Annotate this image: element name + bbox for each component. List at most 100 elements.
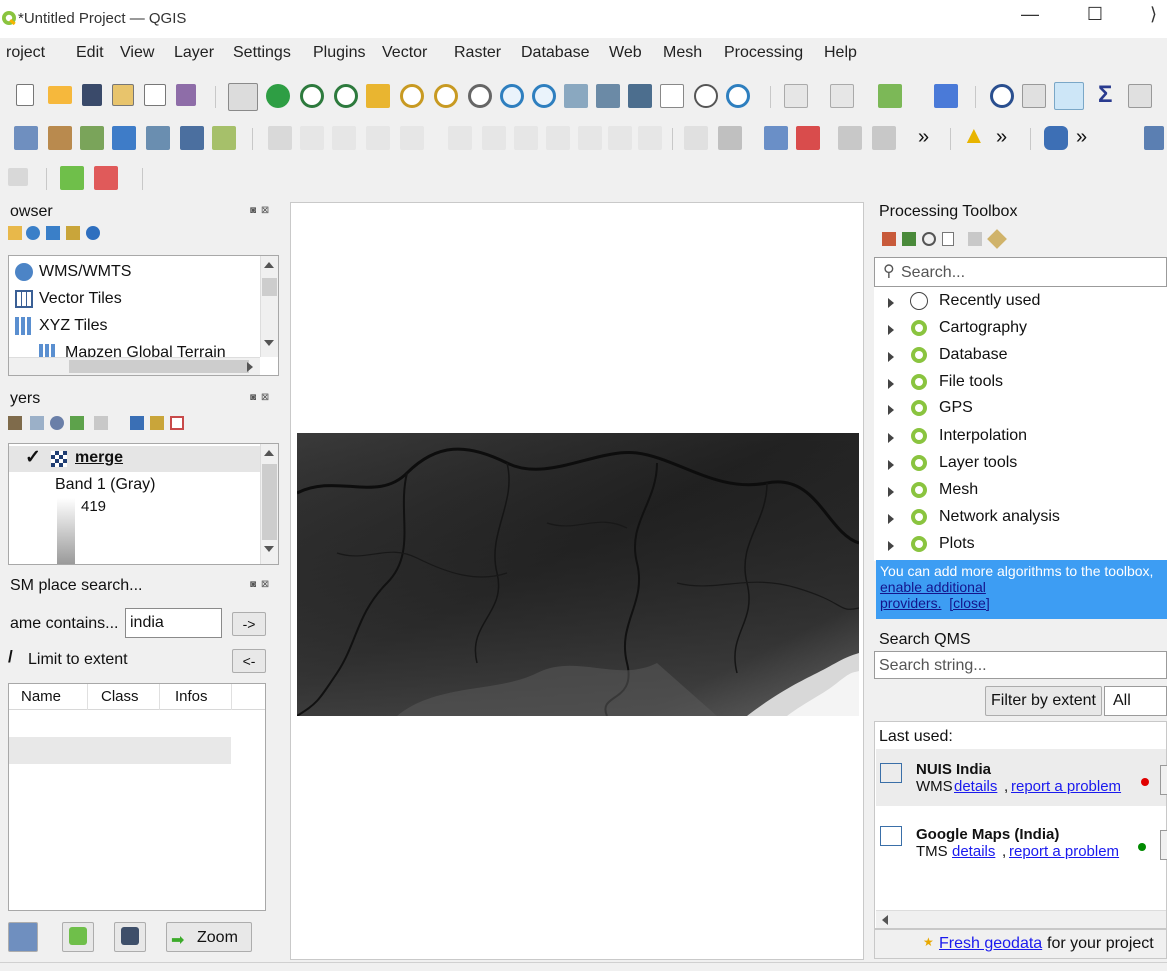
browser-item-xyz-tiles[interactable]: XYZ Tiles <box>15 315 255 341</box>
properties-info-icon[interactable] <box>86 226 100 240</box>
history-icon[interactable] <box>922 232 936 246</box>
highlight-label-icon[interactable] <box>838 126 862 150</box>
copy-features-icon[interactable] <box>546 126 570 150</box>
modify-attributes-icon[interactable] <box>448 126 472 150</box>
service-details-link[interactable]: details <box>954 778 997 795</box>
map-canvas[interactable] <box>290 202 864 960</box>
layer-labeling-icon[interactable] <box>764 126 788 150</box>
filter-legend-icon[interactable] <box>70 416 84 430</box>
menu-processing[interactable]: Processing <box>724 44 803 62</box>
deselect-icon[interactable] <box>878 84 902 108</box>
add-service-button[interactable] <box>1160 830 1167 860</box>
cut-features-icon[interactable] <box>514 126 538 150</box>
redo-icon[interactable] <box>638 126 662 150</box>
triangle-tool-icon[interactable]: ▲ <box>962 122 986 150</box>
toolbar-overflow-3[interactable]: » <box>1076 126 1087 149</box>
back-button[interactable]: <- <box>232 649 266 673</box>
zoom-full-icon[interactable] <box>366 84 390 108</box>
route-tool-icon[interactable] <box>8 168 28 186</box>
menu-database[interactable]: Database <box>521 44 590 62</box>
collapse-all-icon[interactable] <box>66 226 80 240</box>
layers-dock-buttons[interactable]: ◙ ⊠ <box>250 392 270 403</box>
zoom-native-icon[interactable] <box>468 84 492 108</box>
group-file-tools[interactable]: File tools <box>880 371 1167 397</box>
browser-dock-buttons[interactable]: ◙ ⊠ <box>250 205 270 216</box>
menu-edit[interactable]: Edit <box>76 44 104 62</box>
column-name[interactable]: Name <box>21 688 61 705</box>
search-layer-icon[interactable] <box>60 166 84 190</box>
new-project-icon[interactable] <box>16 84 34 106</box>
layer-visibility-checkbox[interactable]: ✓ <box>25 446 41 469</box>
group-layer-tools[interactable]: Layer tools <box>880 452 1167 478</box>
open-project-icon[interactable] <box>48 86 72 104</box>
menu-project[interactable]: roject <box>6 44 45 62</box>
select-features-icon[interactable] <box>784 84 808 108</box>
data-source-manager-icon[interactable] <box>14 126 38 150</box>
group-network-analysis[interactable]: Network analysis <box>880 506 1167 532</box>
filter-expression-icon[interactable] <box>94 416 108 430</box>
layer-diagram-icon[interactable] <box>796 126 820 150</box>
add-wms-icon[interactable] <box>180 126 204 150</box>
pan-map-icon[interactable] <box>228 83 258 111</box>
temporal-clock-icon[interactable] <box>694 84 718 108</box>
zoom-to-selection-icon[interactable] <box>400 84 424 108</box>
save-project-icon[interactable] <box>82 84 102 106</box>
add-mesh-icon[interactable] <box>146 126 170 150</box>
providers-link[interactable]: providers. <box>880 595 941 611</box>
add-polygon-layer-button[interactable] <box>114 922 146 952</box>
menu-web[interactable]: Web <box>609 44 642 62</box>
report-problem-link[interactable]: report a problem <box>1009 843 1119 860</box>
browser-item-wms[interactable]: WMS/WMTS <box>15 261 255 287</box>
delete-selected-icon[interactable] <box>482 126 506 150</box>
refresh-browser-icon[interactable] <box>26 226 40 240</box>
menu-help[interactable]: Help <box>824 44 857 62</box>
add-raster-icon[interactable] <box>112 126 136 150</box>
python-console-icon[interactable] <box>1044 126 1068 150</box>
new-3d-map-icon[interactable] <box>596 84 620 108</box>
minimize-button[interactable]: — <box>1010 4 1050 25</box>
menu-mesh[interactable]: Mesh <box>663 44 702 62</box>
save-as-icon[interactable] <box>112 84 134 106</box>
move-label-icon[interactable] <box>872 126 896 150</box>
field-calculator-icon[interactable] <box>1128 84 1152 108</box>
add-vector-icon[interactable] <box>80 126 104 150</box>
qms-filter-select[interactable]: All <box>1104 686 1167 716</box>
filter-by-extent-button[interactable]: Filter by extent <box>985 686 1102 716</box>
column-infos[interactable]: Infos <box>175 688 208 705</box>
manage-visibility-icon[interactable] <box>50 416 64 430</box>
zoom-button[interactable]: ➡ Zoom <box>166 922 252 952</box>
style-layer-icon[interactable] <box>8 416 22 430</box>
edit-features-in-place-icon[interactable] <box>968 232 982 246</box>
qms-search-input[interactable]: Search string... <box>874 651 1167 679</box>
menu-vector[interactable]: Vector <box>382 44 427 62</box>
label-pin-icon[interactable] <box>718 126 742 150</box>
menu-layer[interactable]: Layer <box>174 44 214 62</box>
results-empty-row[interactable] <box>9 737 231 764</box>
show-bookmarks-icon[interactable] <box>660 84 684 108</box>
options-wrench-icon[interactable] <box>987 229 1007 249</box>
browser-scrollbar[interactable] <box>260 256 278 357</box>
qms-plugin-icon[interactable] <box>94 166 118 190</box>
group-plots[interactable]: Plots <box>880 533 1167 559</box>
add-group-icon[interactable] <box>30 416 44 430</box>
toggle-editing-icon[interactable] <box>300 126 324 150</box>
style-manager-icon[interactable] <box>176 84 196 106</box>
fresh-geodata-link[interactable]: Fresh geodata <box>939 935 1042 953</box>
group-mesh[interactable]: Mesh <box>880 479 1167 505</box>
help-icon[interactable] <box>1144 126 1164 150</box>
search-go-button[interactable]: -> <box>232 612 266 636</box>
osm-dock-buttons[interactable]: ◙ ⊠ <box>250 579 270 590</box>
filter-browser-icon[interactable] <box>46 226 60 240</box>
attribute-table-icon[interactable] <box>1022 84 1046 108</box>
help-button[interactable] <box>8 922 38 952</box>
pan-to-selection-icon[interactable] <box>266 84 290 108</box>
close-button[interactable]: ⟩ <box>1140 4 1167 25</box>
layers-scrollbar[interactable] <box>260 444 278 564</box>
new-map-view-icon[interactable] <box>564 84 588 108</box>
service-details-link[interactable]: details <box>952 843 995 860</box>
menu-plugins[interactable]: Plugins <box>313 44 365 62</box>
group-database[interactable]: Database <box>880 344 1167 370</box>
enable-providers-link[interactable]: enable additional <box>880 579 986 595</box>
maximize-button[interactable]: ☐ <box>1075 4 1115 25</box>
column-class[interactable]: Class <box>101 688 139 705</box>
